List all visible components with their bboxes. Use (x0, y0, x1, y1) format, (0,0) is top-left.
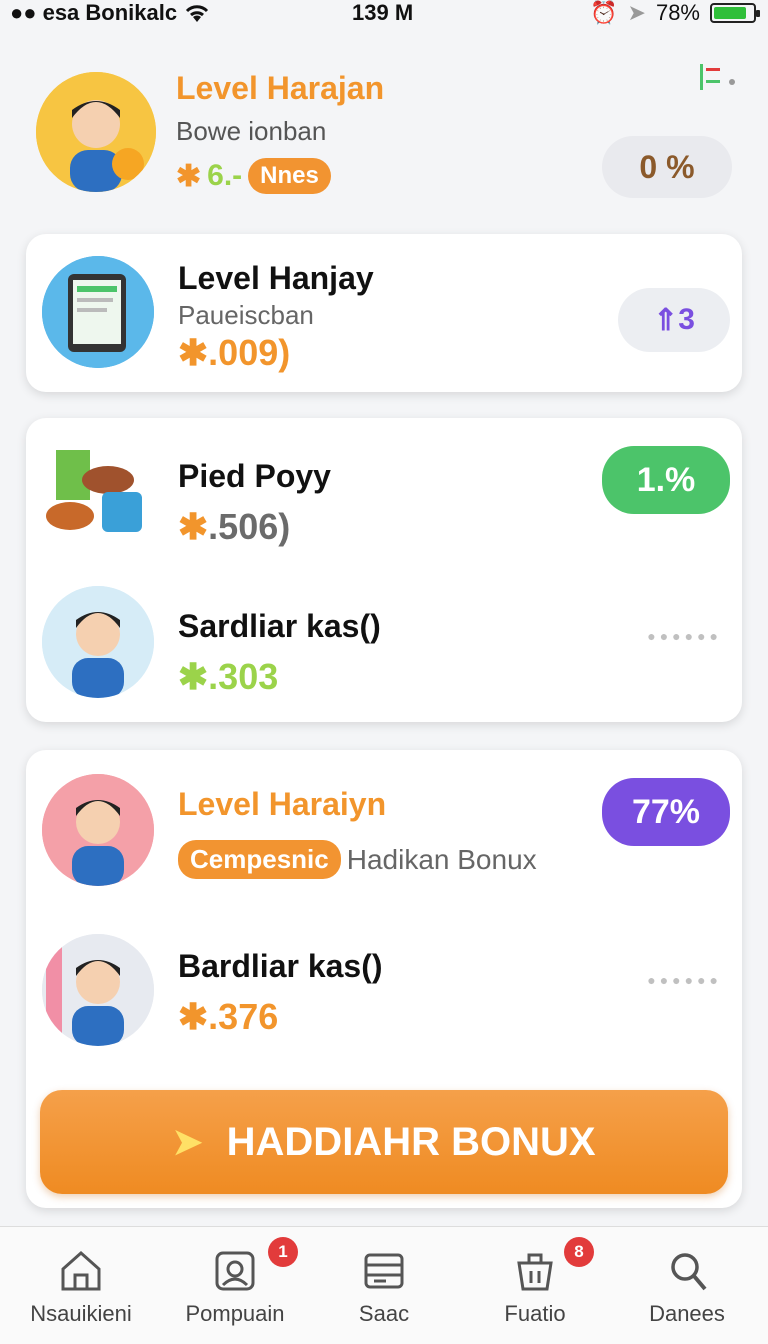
clock: 139 M (352, 0, 414, 25)
more-icon[interactable]: ●●●●●● (647, 972, 722, 988)
nav-item-bag[interactable]: 8 Fuatio (458, 1227, 612, 1344)
bottom-nav: Nsauikieni 1 Pompuain Saac 8 Fuatio Dane… (0, 1226, 768, 1344)
card-stat: ✱.303 (178, 656, 278, 698)
alarm-icon: ⏰ (590, 0, 618, 25)
double-arrow-up-icon: ⇑ (653, 303, 679, 337)
signal-icon: ●● (10, 0, 37, 25)
stat-value: .506) (208, 506, 291, 547)
bag-icon (517, 1253, 553, 1291)
home-icon (61, 1250, 101, 1291)
nav-label: Fuatio (504, 1301, 566, 1326)
nav-label: Pompuain (185, 1301, 285, 1326)
card-title: Level Hanjay (178, 260, 374, 296)
status-right: ⏰ ➤ 78% (590, 0, 760, 26)
carrier: ●● esa Bonikalc (10, 0, 211, 26)
star-icon: ✱ (178, 656, 209, 697)
card-title: Level Haraiyn (178, 786, 387, 822)
search-icon (671, 1253, 707, 1291)
status-badge: Nnes (248, 158, 331, 194)
battery-icon (710, 3, 760, 23)
list-item[interactable]: Level Haraiyn Cempesnic Hadikan Bonux 77… (26, 756, 742, 906)
stat-value: .376 (208, 996, 279, 1037)
nav-label: Saac (358, 1301, 410, 1326)
card-title: Bardliar kas() (178, 948, 383, 984)
status-bar: ●● esa Bonikalc 139 M ⏰ ➤ 78% (0, 0, 768, 26)
progress-pill: 0 % (602, 136, 732, 198)
nav-item-search[interactable]: Danees (610, 1227, 764, 1344)
avatar (42, 774, 154, 886)
menu-icon[interactable] (698, 62, 738, 92)
percent-badge[interactable]: 77% (602, 778, 730, 846)
list-item[interactable]: Level Hanjay Paueiscban ✱.009) ⇑ 3 (26, 238, 742, 388)
tablet-avatar (42, 256, 154, 368)
tagline-text: Hadikan Bonux (346, 843, 537, 875)
star-icon: ✱ (178, 996, 209, 1037)
stat-value: 6.- (207, 159, 243, 192)
profile-header: Level Harajan Bowe ionban ✱ 6.- Nnes 0 % (0, 50, 768, 220)
nav-label: Danees (649, 1301, 725, 1326)
percent-badge[interactable]: 1.% (602, 446, 730, 514)
bonus-tagline: Cempesnic Hadikan Bonux (178, 840, 537, 879)
profile-card-icon (215, 1251, 255, 1291)
avatar (42, 934, 154, 1046)
page-title: Level Harajan (176, 70, 385, 106)
bonus-card: Level Haraiyn Cempesnic Hadikan Bonux 77… (26, 750, 742, 1208)
battery-percent: 78% (655, 0, 700, 25)
avatar (42, 586, 154, 698)
star-icon: ✱ (176, 159, 202, 193)
more-icon[interactable]: ●●●●●● (647, 628, 722, 644)
rank-badge[interactable]: ⇑ 3 (618, 288, 730, 352)
card-stat: ✱.506) (178, 506, 290, 548)
nav-item-profile[interactable]: 1 Pompuain (158, 1227, 312, 1344)
location-icon: ➤ (627, 0, 646, 25)
list-item[interactable]: Sardliar kas() ✱.303 ●●●●●● (26, 568, 742, 718)
carrier-label: esa Bonikalc (42, 0, 178, 25)
list-item[interactable]: Bardliar kas() ✱.376 ●●●●●● (26, 916, 742, 1066)
nav-item-home[interactable]: Nsauikieni (4, 1227, 158, 1344)
food-basket-image (42, 436, 154, 548)
bonus-button-label: HADDIAHR BONUX (226, 1119, 596, 1164)
wallet-icon (364, 1253, 404, 1289)
notification-badge: 1 (268, 1237, 298, 1267)
status-badge: Cempesnic (178, 840, 341, 879)
card-title: Pied Poyy (178, 458, 331, 494)
level-card[interactable]: Level Hanjay Paueiscban ✱.009) ⇑ 3 (26, 234, 742, 392)
avatar[interactable] (36, 72, 156, 192)
play-icon: ➤ (172, 1121, 203, 1162)
list-item[interactable]: Pied Poyy ✱.506) 1.% (26, 418, 742, 568)
wifi-icon (186, 5, 209, 22)
items-card: Pied Poyy ✱.506) 1.% Sardliar kas() ✱.30… (26, 418, 742, 722)
card-subtitle: Paueiscban (178, 300, 314, 330)
subtitle: Bowe ionban (176, 116, 327, 146)
card-title: Sardliar kas() (178, 608, 381, 644)
nav-label: Nsauikieni (30, 1301, 132, 1326)
card-stat: ✱.009) (178, 332, 290, 374)
card-stat: ✱.376 (178, 996, 278, 1038)
star-icon: ✱ (178, 506, 209, 547)
nav-item-wallet[interactable]: Saac (307, 1227, 461, 1344)
notification-badge: 8 (564, 1237, 594, 1267)
level-stat: ✱ 6.- Nnes (176, 158, 331, 194)
star-icon: ✱ (178, 332, 209, 373)
stat-value: .009) (208, 332, 291, 373)
stat-value: .303 (208, 656, 279, 697)
bonus-button[interactable]: ➤ HADDIAHR BONUX (40, 1090, 728, 1194)
badge-value: 3 (678, 303, 695, 336)
